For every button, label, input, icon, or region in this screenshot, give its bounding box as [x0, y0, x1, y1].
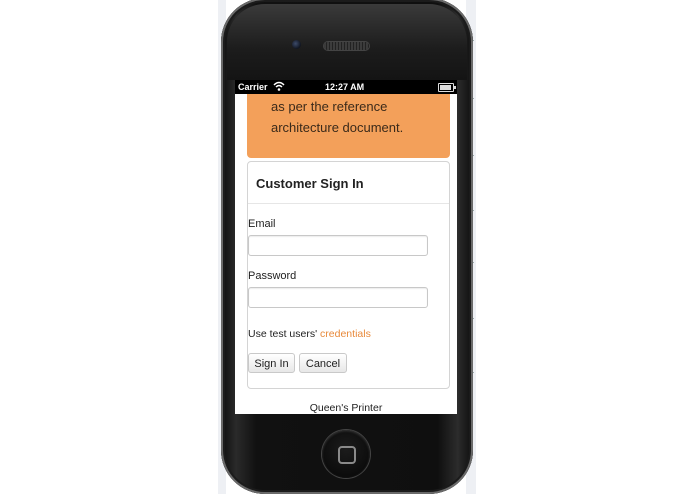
status-time: 12:27 AM: [325, 82, 365, 92]
panel-title: Customer Sign In: [256, 176, 364, 191]
home-square-icon: [338, 446, 356, 464]
sign-in-panel: Customer Sign In Email Password Use test…: [247, 161, 450, 389]
banner-line: architecture document.: [271, 120, 404, 135]
footer-text: Queen's Printer: [309, 402, 383, 414]
earpiece-speaker: [324, 42, 369, 50]
phone-screen: Carrier 12:27 AM as per the reference ar…: [235, 80, 457, 414]
email-label: Email: [248, 218, 276, 230]
password-field[interactable]: [248, 287, 428, 308]
battery-icon: [438, 83, 456, 92]
panel-header: Customer Sign In: [248, 162, 449, 204]
email-field[interactable]: [248, 235, 428, 256]
hint-text: Use test users': [248, 328, 318, 340]
test-users-hint: Use test users' credentials: [248, 328, 371, 340]
password-label: Password: [248, 270, 297, 282]
front-camera-icon: [292, 40, 301, 49]
carrier-label: Carrier: [238, 82, 268, 92]
status-bar: Carrier 12:27 AM: [235, 80, 457, 94]
banner-line: as per the reference: [271, 99, 388, 114]
wifi-icon: [273, 81, 285, 94]
sign-in-button[interactable]: Sign In: [248, 353, 295, 373]
orange-info-banner: as per the reference architecture docume…: [247, 94, 450, 158]
cancel-button[interactable]: Cancel: [299, 353, 347, 373]
home-button[interactable]: [322, 430, 370, 478]
credentials-link[interactable]: credentials: [320, 328, 371, 340]
